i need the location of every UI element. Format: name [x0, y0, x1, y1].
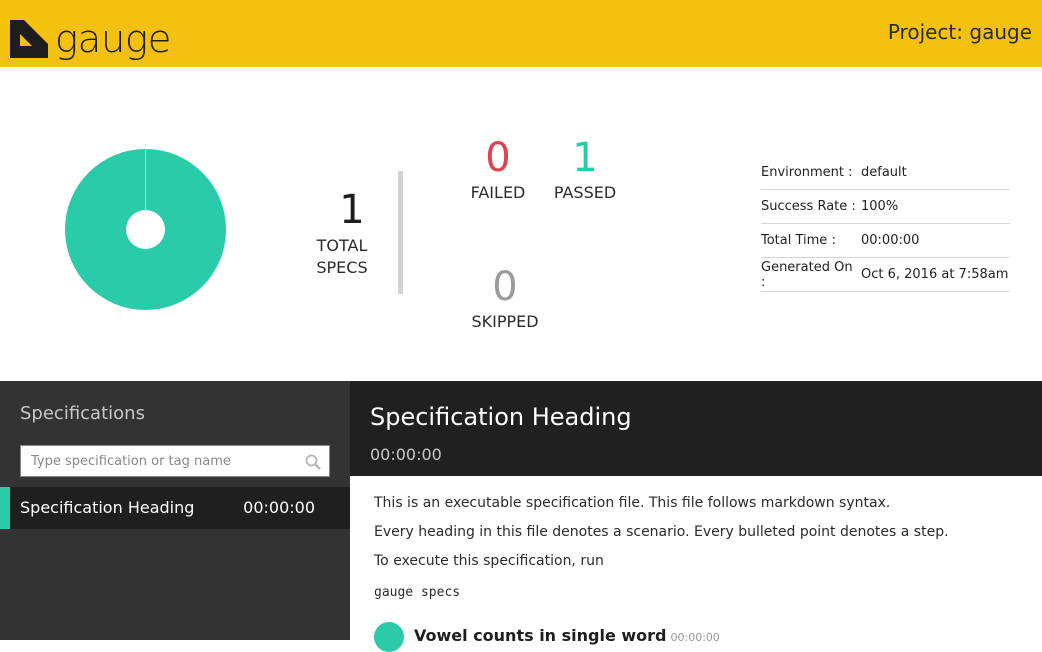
spec-header: Specification Heading 00:00:00	[350, 381, 1042, 476]
skipped-stat[interactable]: 0 SKIPPED	[465, 264, 545, 331]
scenario-heading[interactable]: Vowel counts in single word 00:00:00	[414, 626, 720, 645]
specifications-sidebar: Specifications Specification Heading 00:…	[0, 381, 350, 640]
spec-paragraph: Every heading in this file denotes a sce…	[374, 524, 949, 540]
sidebar-title: Specifications	[20, 403, 145, 424]
summary-divider	[398, 171, 403, 294]
total-specs-label-line2: SPECS	[316, 258, 368, 277]
gauge-logo-icon	[10, 20, 48, 58]
scenario-title: Vowel counts in single word	[414, 626, 667, 645]
spec-item-name: Specification Heading	[20, 498, 195, 517]
passed-stat[interactable]: 1 PASSED	[548, 135, 622, 202]
passed-count: 1	[572, 135, 598, 181]
env-row-total-time: Total Time : 00:00:00	[761, 224, 1010, 258]
spec-item-time: 00:00:00	[243, 498, 315, 517]
failed-stat[interactable]: 0 FAILED	[463, 135, 533, 202]
search-box[interactable]	[20, 445, 330, 477]
total-specs-label-line1: TOTAL	[316, 236, 368, 255]
sidebar-item-specification-heading[interactable]: Specification Heading 00:00:00	[0, 487, 350, 529]
skipped-label: SKIPPED	[471, 312, 539, 331]
env-value: Oct 6, 2016 at 7:58am	[861, 267, 1009, 282]
total-specs: 1 TOTAL SPECS	[300, 185, 384, 279]
env-row-success-rate: Success Rate : 100%	[761, 190, 1010, 224]
failed-label: FAILED	[470, 183, 526, 202]
env-key: Total Time :	[761, 233, 836, 248]
env-row-generated-on: Generated On : Oct 6, 2016 at 7:58am	[761, 258, 1010, 292]
total-specs-count: 1	[339, 187, 365, 233]
env-key: Environment :	[761, 165, 853, 180]
env-value: 00:00:00	[861, 233, 920, 248]
summary-panel: 1 TOTAL SPECS 0 FAILED 1 PASSED 0 SKIPPE…	[0, 67, 1042, 381]
spec-code: gauge specs	[374, 585, 461, 600]
env-row-environment: Environment : default	[761, 156, 1010, 190]
skipped-count: 0	[492, 264, 518, 310]
pass-fail-donut-chart	[65, 149, 226, 310]
project-title: Project: gauge	[887, 20, 1032, 44]
spec-body: This is an executable specification file…	[350, 476, 1042, 652]
search-icon[interactable]	[305, 454, 321, 470]
spec-paragraph: To execute this specification, run	[374, 553, 604, 569]
search-input[interactable]	[21, 446, 301, 476]
failed-count: 0	[485, 135, 511, 181]
passed-label: PASSED	[553, 183, 617, 202]
scenario-status-icon	[374, 622, 404, 652]
spec-time: 00:00:00	[370, 445, 442, 464]
logo-text: gauge	[54, 17, 172, 61]
spec-title: Specification Heading	[370, 403, 632, 431]
environment-table: Environment : default Success Rate : 100…	[761, 156, 1010, 292]
env-value: default	[861, 165, 907, 180]
env-key: Success Rate :	[761, 199, 856, 214]
env-value: 100%	[861, 199, 899, 214]
header-bar: gauge Project: gauge	[0, 0, 1042, 67]
donut-hole	[126, 210, 165, 249]
logo[interactable]: gauge	[10, 17, 172, 61]
scenario-time: 00:00:00	[670, 631, 720, 644]
spec-paragraph: This is an executable specification file…	[374, 495, 891, 511]
env-key: Generated On :	[761, 259, 853, 290]
